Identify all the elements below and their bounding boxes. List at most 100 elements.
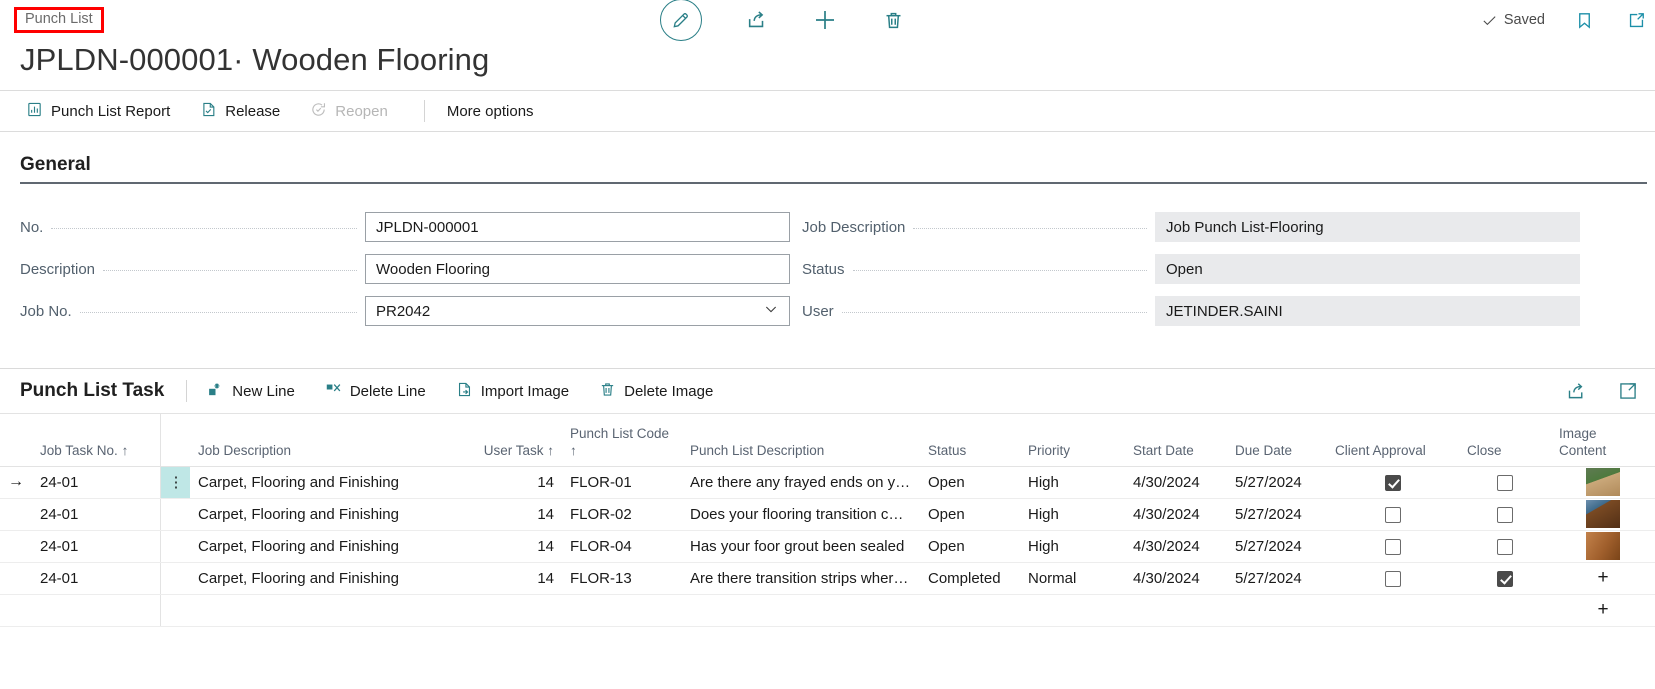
col-header-status[interactable]: Status — [920, 414, 1020, 467]
row-menu-cell[interactable] — [159, 594, 190, 627]
row-menu-cell[interactable] — [159, 530, 190, 563]
close-checkbox[interactable] — [1497, 506, 1513, 523]
col-header-user-task[interactable]: User Task ↑ — [462, 414, 562, 467]
cell-close[interactable] — [1459, 562, 1551, 595]
cell-punch-list-code[interactable]: FLOR-02 — [562, 498, 682, 531]
cell-punch-list-code[interactable]: FLOR-13 — [562, 562, 682, 595]
cell-punch-list-description[interactable]: Are there any frayed ends on y… — [682, 466, 920, 499]
cell-priority[interactable]: Normal — [1020, 562, 1125, 595]
cell-image-content[interactable]: + — [1551, 562, 1655, 595]
cell-image-content[interactable] — [1551, 530, 1655, 563]
punch-list-report-action[interactable]: Punch List Report — [26, 101, 184, 122]
bookmark-icon[interactable] — [1571, 7, 1597, 33]
delete-image-action[interactable]: Delete Image — [599, 381, 713, 402]
cell-due-date[interactable] — [1227, 594, 1327, 627]
cell-punch-list-code[interactable] — [562, 594, 682, 627]
delete-line-action[interactable]: Delete Line — [325, 381, 426, 402]
cell-start-date[interactable]: 4/30/2024 — [1125, 530, 1227, 563]
col-header-job-description[interactable]: Job Description — [190, 414, 462, 467]
cell-job-description[interactable] — [190, 594, 462, 627]
cell-job-task-no[interactable]: 24-01 — [32, 498, 160, 531]
cell-punch-list-description[interactable] — [682, 594, 920, 627]
more-options-action[interactable]: More options — [447, 103, 534, 120]
cell-image-content[interactable] — [1551, 498, 1655, 531]
cell-close[interactable] — [1459, 530, 1551, 563]
cell-due-date[interactable]: 5/27/2024 — [1227, 562, 1327, 595]
breadcrumb[interactable]: Punch List — [14, 6, 104, 34]
image-thumbnail[interactable] — [1586, 500, 1620, 528]
edit-pencil-icon[interactable] — [660, 0, 702, 41]
cell-punch-list-description[interactable]: Are there transition strips wher… — [682, 562, 920, 595]
table-row[interactable]: → 24-01 ⋮ Carpet, Flooring and Finishing… — [0, 466, 1655, 499]
client-approval-checkbox[interactable] — [1385, 570, 1401, 587]
import-image-action[interactable]: Import Image — [456, 381, 569, 402]
cell-job-task-no[interactable]: 24-01 — [32, 466, 160, 499]
col-header-close[interactable]: Close — [1459, 414, 1551, 467]
open-in-new-window-icon[interactable] — [1623, 7, 1649, 33]
col-header-punch-list-description[interactable]: Punch List Description — [682, 414, 920, 467]
cell-start-date[interactable]: 4/30/2024 — [1125, 466, 1227, 499]
description-input[interactable]: Wooden Flooring — [365, 254, 790, 284]
cell-client-approval[interactable] — [1327, 530, 1459, 563]
image-thumbnail[interactable] — [1586, 468, 1620, 496]
col-header-image-content[interactable]: Image Content — [1551, 414, 1655, 467]
cell-user-task[interactable]: 14 — [462, 562, 562, 595]
cell-job-task-no[interactable]: 24-01 — [32, 562, 160, 595]
cell-client-approval[interactable] — [1327, 466, 1459, 499]
cell-close[interactable] — [1459, 498, 1551, 531]
close-checkbox[interactable] — [1497, 570, 1513, 587]
cell-status[interactable]: Open — [920, 466, 1020, 499]
chevron-down-icon[interactable] — [763, 301, 779, 321]
client-approval-checkbox[interactable] — [1385, 538, 1401, 555]
cell-priority[interactable] — [1020, 594, 1125, 627]
cell-user-task[interactable] — [462, 594, 562, 627]
cell-client-approval[interactable] — [1327, 594, 1459, 627]
release-action[interactable]: Release — [200, 101, 294, 122]
table-row[interactable]: 24-01 Carpet, Flooring and Finishing 14 … — [0, 530, 1655, 563]
cell-punch-list-code[interactable]: FLOR-01 — [562, 466, 682, 499]
new-plus-icon[interactable] — [812, 7, 838, 33]
cell-close[interactable] — [1459, 594, 1551, 627]
cell-image-content[interactable]: + — [1551, 594, 1655, 627]
cell-job-description[interactable]: Carpet, Flooring and Finishing — [190, 562, 462, 595]
share-icon[interactable] — [1563, 378, 1589, 404]
cell-punch-list-code[interactable]: FLOR-04 — [562, 530, 682, 563]
close-checkbox[interactable] — [1497, 474, 1513, 491]
cell-client-approval[interactable] — [1327, 498, 1459, 531]
row-menu-cell[interactable] — [159, 562, 190, 595]
client-approval-checkbox[interactable] — [1385, 474, 1401, 491]
cell-job-task-no[interactable]: 24-01 — [32, 530, 160, 563]
table-row[interactable]: 24-01 Carpet, Flooring and Finishing 14 … — [0, 562, 1655, 595]
cell-punch-list-description[interactable]: Has your foor grout been sealed — [682, 530, 920, 563]
row-menu-icon[interactable]: ⋮ — [159, 466, 190, 499]
new-line-action[interactable]: New Line — [207, 381, 295, 402]
cell-job-description[interactable]: Carpet, Flooring and Finishing — [190, 498, 462, 531]
cell-due-date[interactable]: 5/27/2024 — [1227, 498, 1327, 531]
cell-status[interactable]: Open — [920, 530, 1020, 563]
cell-start-date[interactable]: 4/30/2024 — [1125, 498, 1227, 531]
punch-list-task-grid[interactable]: Job Task No. ↑ Job Description User Task… — [0, 413, 1655, 627]
cell-user-task[interactable]: 14 — [462, 530, 562, 563]
cell-start-date[interactable]: 4/30/2024 — [1125, 562, 1227, 595]
table-row[interactable]: 24-01 Carpet, Flooring and Finishing 14 … — [0, 498, 1655, 531]
cell-priority[interactable]: High — [1020, 530, 1125, 563]
delete-trash-icon[interactable] — [880, 7, 906, 33]
share-icon[interactable] — [744, 7, 770, 33]
table-row-new[interactable]: + — [0, 594, 1655, 627]
cell-job-task-no[interactable] — [32, 594, 160, 627]
col-header-punch-list-code[interactable]: Punch List Code ↑ — [562, 414, 682, 467]
cell-due-date[interactable]: 5/27/2024 — [1227, 530, 1327, 563]
close-checkbox[interactable] — [1497, 538, 1513, 555]
cell-punch-list-description[interactable]: Does your flooring transition c… — [682, 498, 920, 531]
cell-status[interactable]: Open — [920, 498, 1020, 531]
col-header-job-task-no[interactable]: Job Task No. ↑ — [32, 414, 160, 467]
cell-priority[interactable]: High — [1020, 498, 1125, 531]
cell-status[interactable]: Completed — [920, 562, 1020, 595]
cell-user-task[interactable]: 14 — [462, 466, 562, 499]
cell-start-date[interactable] — [1125, 594, 1227, 627]
image-thumbnail[interactable] — [1586, 532, 1620, 560]
cell-job-description[interactable]: Carpet, Flooring and Finishing — [190, 466, 462, 499]
col-header-due-date[interactable]: Due Date — [1227, 414, 1327, 467]
cell-close[interactable] — [1459, 466, 1551, 499]
col-header-start-date[interactable]: Start Date — [1125, 414, 1227, 467]
